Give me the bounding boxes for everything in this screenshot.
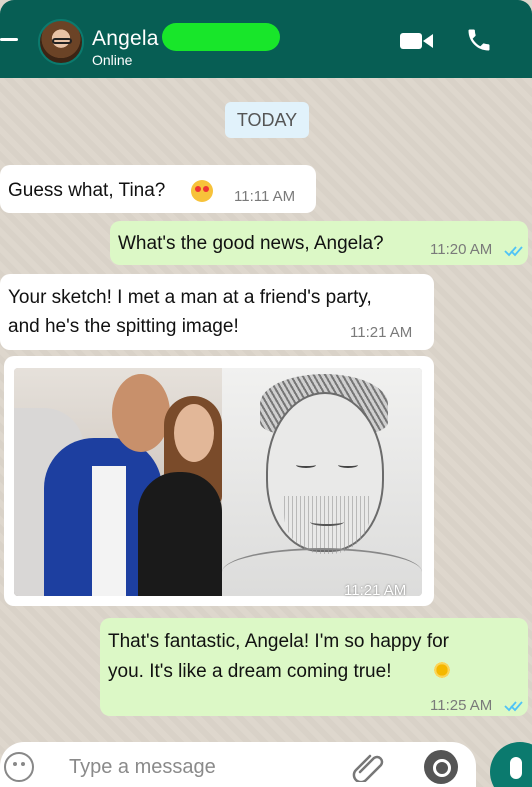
message-text-line: That's fantastic, Angela! I'm so happy f… — [108, 631, 449, 652]
camera-icon[interactable] — [424, 750, 458, 784]
sun-emoji-icon — [432, 660, 452, 680]
woman-face — [174, 404, 214, 462]
back-arrow-icon[interactable] — [0, 38, 18, 41]
contact-status: Online — [92, 52, 133, 68]
message-text-line: and he's the spitting image! — [8, 316, 239, 337]
message-bubble-incoming[interactable]: Guess what, Tina? 11:11 AM — [0, 165, 316, 213]
man-shirt — [92, 466, 126, 596]
message-text-line: Your sketch! I met a man at a friend's p… — [8, 287, 372, 308]
sketch-right-eye — [338, 462, 358, 468]
message-input[interactable]: Type a message — [69, 756, 216, 779]
message-bubble-outgoing[interactable]: What's the good news, Angela? 11:20 AM — [110, 221, 528, 265]
sketch-mouth — [310, 518, 344, 526]
message-time: 11:25 AM — [430, 697, 493, 714]
message-time: 11:21 AM — [350, 324, 413, 341]
man-head — [112, 374, 170, 452]
attach-icon[interactable] — [352, 750, 386, 782]
message-text-line: you. It's like a dream coming true! — [108, 661, 392, 682]
image-message-time: 11:21 AM — [344, 582, 407, 599]
sketch-left-eye — [296, 462, 316, 468]
message-time: 11:20 AM — [430, 241, 493, 258]
pencil-sketch — [222, 368, 422, 596]
shared-photo[interactable] — [14, 368, 422, 596]
message-text: Guess what, Tina? — [8, 180, 166, 201]
double-blue-check-icon — [504, 246, 523, 257]
name-redaction-mark — [162, 23, 280, 51]
contact-name[interactable]: Angela — [92, 27, 159, 51]
couple-photo — [14, 368, 222, 596]
message-text: What's the good news, Angela? — [118, 233, 384, 254]
chat-header: Angela Online — [0, 0, 532, 78]
double-blue-check-icon — [504, 701, 523, 712]
message-bubble-outgoing[interactable]: That's fantastic, Angela! I'm so happy f… — [100, 618, 528, 716]
phone-call-icon[interactable] — [465, 26, 493, 54]
avatar-glasses — [52, 38, 72, 44]
microphone-icon — [510, 757, 522, 779]
woman-figure — [138, 472, 222, 596]
video-call-icon[interactable] — [400, 30, 434, 52]
avatar[interactable] — [38, 19, 84, 65]
message-time: 11:11 AM — [234, 188, 296, 205]
message-bubble-incoming[interactable]: Your sketch! I met a man at a friend's p… — [0, 274, 434, 350]
date-chip: TODAY — [225, 102, 309, 138]
emoji-icon[interactable] — [4, 752, 34, 782]
heart-eyes-emoji-icon — [191, 180, 213, 202]
